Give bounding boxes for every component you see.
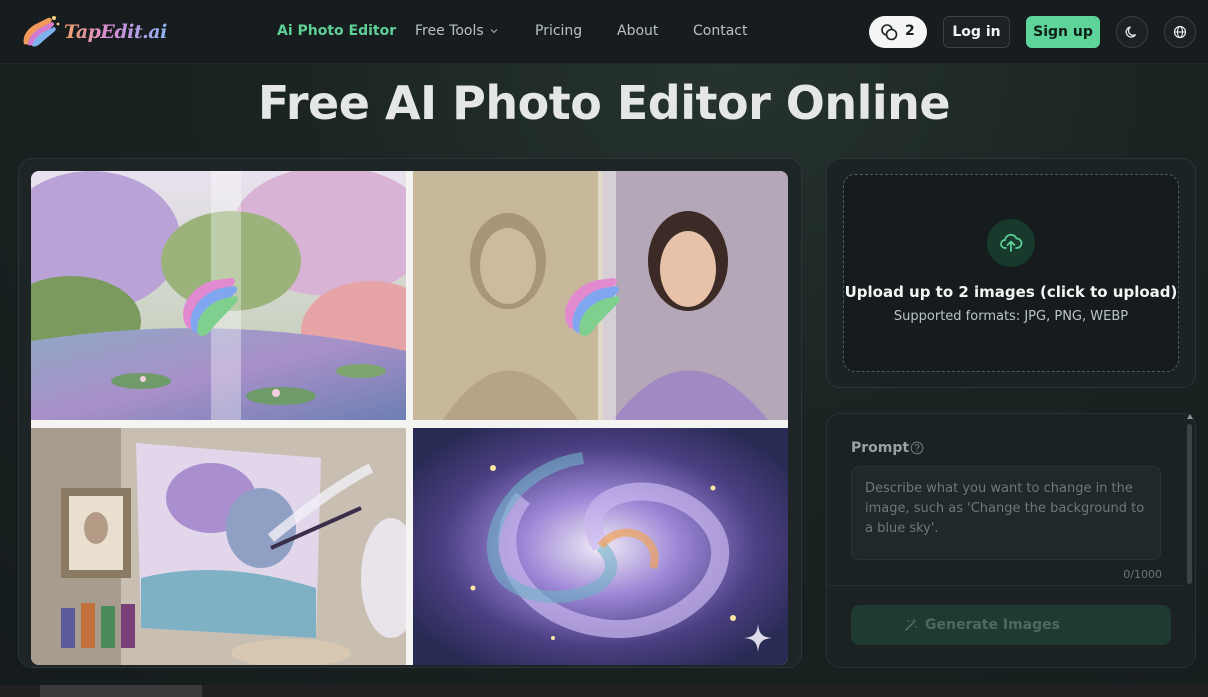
chevron-down-icon (490, 29, 498, 34)
prompt-label: Prompt (851, 440, 910, 456)
magic-wand-icon (905, 618, 917, 631)
logo[interactable]: TapEdit.ai (18, 12, 167, 52)
logo-text: TapEdit.ai (64, 21, 167, 43)
gallery-tile-portrait (413, 171, 788, 420)
logo-brush-icon (23, 16, 60, 47)
nav-ai-photo-editor[interactable]: Ai Photo Editor (277, 23, 396, 39)
prompt-input[interactable] (851, 466, 1161, 560)
upload-icon-badge (987, 219, 1035, 267)
gallery-tile-swirl (413, 428, 788, 665)
language-button[interactable] (1164, 16, 1196, 48)
char-count: 0/1000 (1123, 568, 1162, 581)
garden-pond-image (31, 171, 406, 420)
taskbar-active-window[interactable] (40, 685, 202, 697)
os-taskbar (0, 685, 1208, 697)
easel-painting-image (31, 428, 406, 665)
nav-contact[interactable]: Contact (693, 23, 747, 39)
scroll-thumb[interactable] (1187, 424, 1192, 584)
gallery-tile-easel (31, 428, 406, 665)
globe-icon (1173, 25, 1187, 39)
sparkle-icon (744, 624, 772, 652)
theme-toggle-button[interactable] (1116, 16, 1148, 48)
prompt-scrollbar[interactable] (1186, 414, 1194, 584)
help-icon[interactable] (910, 441, 924, 455)
coins-icon (881, 24, 898, 41)
scroll-up-arrow-icon[interactable] (1187, 414, 1193, 419)
moon-icon (1125, 26, 1137, 38)
purple-swirl-image (413, 428, 788, 665)
top-navbar: TapEdit.ai Ai Photo Editor Free Tools Pr… (0, 0, 1208, 64)
nav-free-tools[interactable]: Free Tools (415, 23, 499, 39)
upload-formats: Supported formats: JPG, PNG, WEBP (893, 309, 1129, 324)
generate-images-button[interactable]: Generate Images (851, 605, 1171, 645)
generate-images-label: Generate Images (925, 617, 1060, 633)
upload-dropzone[interactable] (843, 174, 1179, 372)
credits-badge[interactable]: 2 (869, 16, 927, 48)
cloud-upload-icon (1000, 233, 1023, 252)
example-gallery (31, 171, 788, 665)
credits-count: 2 (905, 23, 915, 39)
nav-about[interactable]: About (617, 23, 658, 39)
signup-button[interactable]: Sign up (1026, 16, 1100, 48)
nav-pricing[interactable]: Pricing (535, 23, 582, 39)
prompt-divider (827, 585, 1187, 586)
portrait-restoration-image (413, 171, 788, 420)
gallery-tile-garden (31, 171, 406, 420)
page-title: Free AI Photo Editor Online (257, 76, 951, 130)
upload-title: Upload up to 2 images (click to upload) (844, 283, 1178, 301)
nav-free-tools-label: Free Tools (415, 23, 484, 39)
login-button[interactable]: Log in (943, 16, 1010, 48)
